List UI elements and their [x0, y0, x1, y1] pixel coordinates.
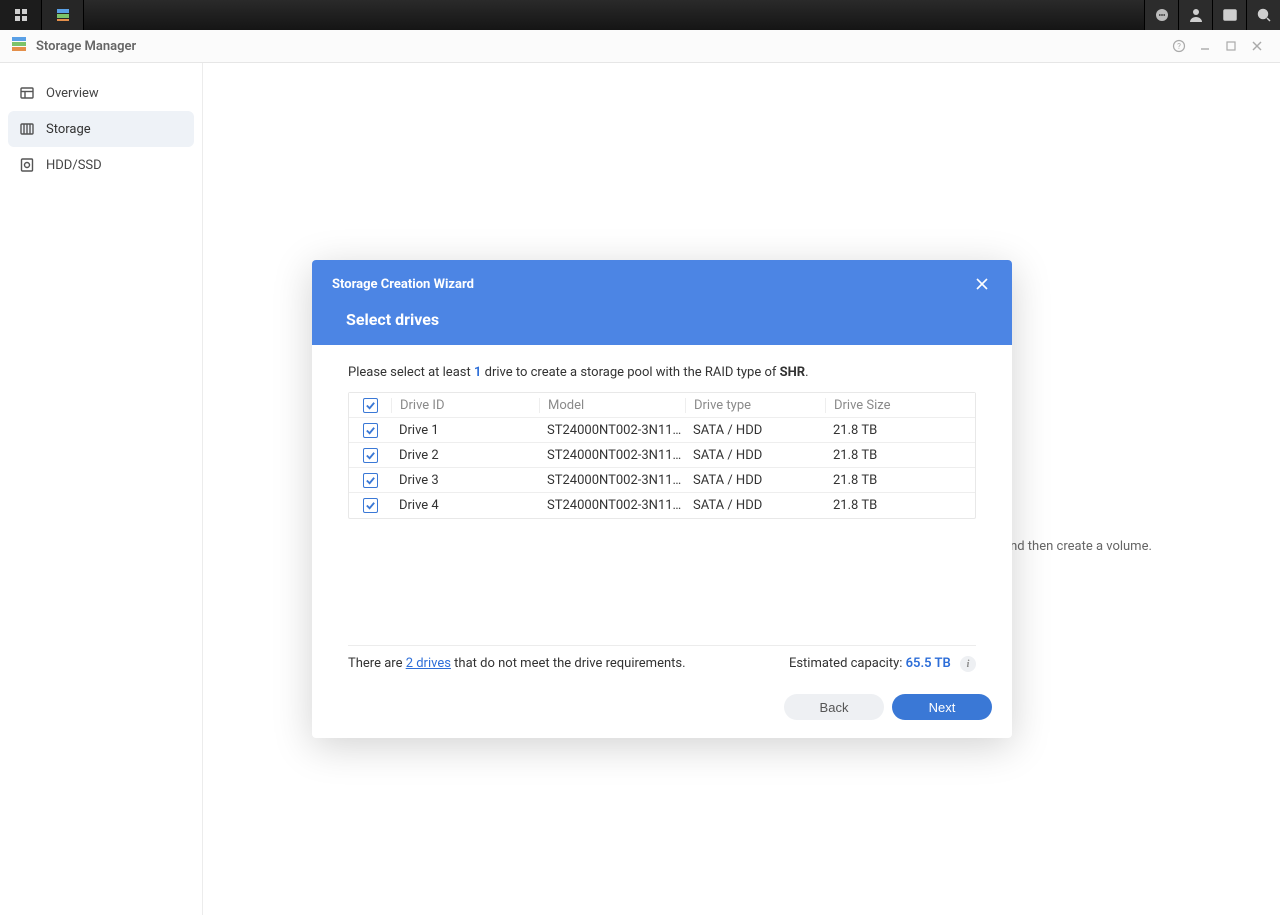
raid-type: SHR [780, 365, 806, 380]
taskbar-widgets-icon[interactable] [1212, 0, 1246, 30]
window-titlebar: Storage Manager ? [0, 30, 1280, 63]
col-header-drive-type[interactable]: Drive type [685, 398, 825, 413]
cell-drive-id: Drive 4 [391, 498, 539, 513]
cell-model: ST24000NT002-3N11… [539, 448, 685, 463]
table-row[interactable]: Drive 1ST24000NT002-3N11…SATA / HDD21.8 … [349, 418, 975, 443]
cell-drive-type: SATA / HDD [685, 423, 825, 438]
cell-model: ST24000NT002-3N11… [539, 423, 685, 438]
table-row[interactable]: Drive 3ST24000NT002-3N11…SATA / HDD21.8 … [349, 468, 975, 493]
table-header-row: Drive ID Model Drive type Drive Size [349, 393, 975, 418]
system-taskbar [0, 0, 1280, 30]
storage-creation-wizard-dialog: Storage Creation Wizard Select drives Pl… [312, 260, 1012, 738]
sidebar-item-label: HDD/SSD [46, 158, 102, 173]
window-title: Storage Manager [36, 39, 136, 54]
dashboard-icon [18, 84, 36, 102]
cell-model: ST24000NT002-3N11… [539, 498, 685, 513]
estimated-capacity: Estimated capacity: 65.5 TB i [789, 656, 976, 673]
taskbar-chat-icon[interactable] [1144, 0, 1178, 30]
sidebar-item-label: Overview [46, 86, 99, 101]
cell-drive-size: 21.8 TB [825, 423, 975, 438]
drive-checkbox[interactable] [363, 498, 378, 513]
taskbar-storage-manager-button[interactable] [42, 0, 84, 30]
cell-drive-id: Drive 1 [391, 423, 539, 438]
table-row[interactable]: Drive 4ST24000NT002-3N11…SATA / HDD21.8 … [349, 493, 975, 518]
unmet-drives-link[interactable]: 2 drives [406, 656, 451, 671]
drive-checkbox[interactable] [363, 448, 378, 463]
sidebar: Overview Storage HDD/SSD [0, 63, 203, 915]
cell-drive-id: Drive 2 [391, 448, 539, 463]
storage-icon [18, 120, 36, 138]
window-close-button[interactable] [1244, 33, 1270, 59]
cell-drive-type: SATA / HDD [685, 448, 825, 463]
dialog-close-button[interactable] [972, 274, 992, 294]
select-all-checkbox[interactable] [363, 398, 378, 413]
table-row[interactable]: Drive 2ST24000NT002-3N11…SATA / HDD21.8 … [349, 443, 975, 468]
svg-text:?: ? [1177, 42, 1181, 51]
cell-drive-size: 21.8 TB [825, 498, 975, 513]
col-header-model[interactable]: Model [539, 398, 685, 413]
hdd-icon [18, 156, 36, 174]
dialog-actions: Back Next [312, 682, 1012, 738]
cell-drive-id: Drive 3 [391, 473, 539, 488]
col-header-drive-size[interactable]: Drive Size [825, 398, 975, 413]
storage-manager-icon [10, 35, 28, 57]
col-header-drive-id[interactable]: Drive ID [391, 398, 539, 413]
window-help-button[interactable]: ? [1166, 33, 1192, 59]
unmet-drives-text: There are 2 drives that do not meet the … [348, 656, 686, 671]
sidebar-item-overview[interactable]: Overview [8, 75, 194, 111]
info-icon[interactable]: i [960, 656, 976, 672]
instruction-text: Please select at least 1 drive to create… [348, 365, 976, 380]
window-maximize-button[interactable] [1218, 33, 1244, 59]
cell-drive-type: SATA / HDD [685, 498, 825, 513]
background-hint-text: and then create a volume. [1003, 539, 1280, 554]
cell-drive-size: 21.8 TB [825, 448, 975, 463]
sidebar-item-storage[interactable]: Storage [8, 111, 194, 147]
dialog-info-row: There are 2 drives that do not meet the … [348, 645, 976, 683]
cell-drive-size: 21.8 TB [825, 473, 975, 488]
next-button[interactable]: Next [892, 694, 992, 720]
drive-checkbox[interactable] [363, 473, 378, 488]
drive-checkbox[interactable] [363, 423, 378, 438]
dialog-header: Storage Creation Wizard Select drives [312, 260, 1012, 345]
drive-table: Drive ID Model Drive type Drive Size Dri… [348, 392, 976, 519]
dialog-subtitle: Select drives [346, 310, 992, 329]
taskbar-user-icon[interactable] [1178, 0, 1212, 30]
taskbar-apps-button[interactable] [0, 0, 42, 30]
taskbar-search-icon[interactable] [1246, 0, 1280, 30]
cell-model: ST24000NT002-3N11… [539, 473, 685, 488]
back-button[interactable]: Back [784, 694, 884, 720]
sidebar-item-label: Storage [46, 122, 91, 137]
sidebar-item-hddssd[interactable]: HDD/SSD [8, 147, 194, 183]
window-minimize-button[interactable] [1192, 33, 1218, 59]
capacity-value: 65.5 TB [906, 656, 951, 671]
dialog-title: Storage Creation Wizard [332, 277, 474, 292]
cell-drive-type: SATA / HDD [685, 473, 825, 488]
